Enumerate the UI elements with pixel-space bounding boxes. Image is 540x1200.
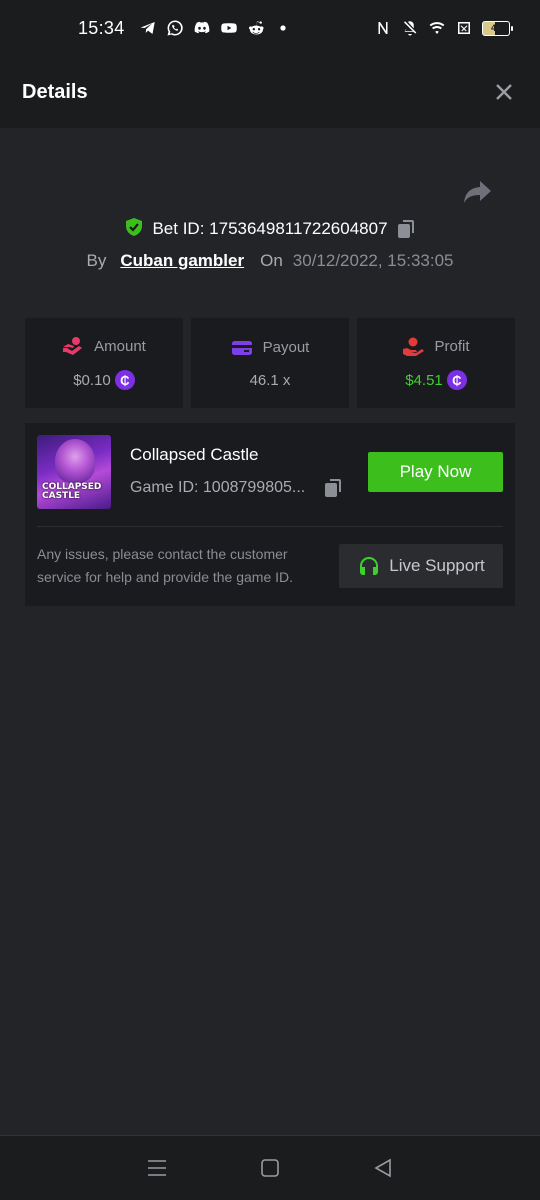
bet-meta-row: By Cuban gambler On 30/12/2022, 15:33:05 <box>0 247 540 275</box>
copy-bet-id-button[interactable] <box>396 219 416 239</box>
amount-header: Amount <box>62 336 146 356</box>
by-label: By <box>86 251 107 270</box>
back-triangle-icon <box>374 1158 392 1178</box>
bet-id: Bet ID: 1753649811722604807 <box>152 219 388 238</box>
close-icon <box>496 84 512 100</box>
battery-level: 46 <box>490 23 501 33</box>
amount-label: Amount <box>94 337 146 355</box>
amount-value-row: $0.10 ₵ <box>73 370 135 390</box>
copy-icon <box>325 479 342 497</box>
share-button[interactable] <box>462 178 492 206</box>
wifi-icon <box>428 19 446 37</box>
status-bar: 15:34 46 <box>0 0 540 56</box>
payout-value: 46.1 x <box>249 371 291 389</box>
game-thumbnail[interactable]: COLLAPSED CASTLE <box>37 435 111 509</box>
telegram-icon <box>139 19 157 37</box>
play-now-button[interactable]: Play Now <box>368 452 503 492</box>
shield-check-icon <box>124 217 144 242</box>
reddit-icon <box>247 19 265 37</box>
game-id: Game ID: 1008799805... <box>130 479 306 496</box>
close-button[interactable] <box>490 78 518 106</box>
on-label: On <box>260 251 283 270</box>
profit-value-row: $4.51 ₵ <box>405 370 467 390</box>
bet-id-row: Bet ID: 1753649811722604807 <box>0 214 540 244</box>
username-link[interactable]: Cuban gambler <box>120 251 244 271</box>
card-icon <box>231 340 252 355</box>
system-nav-bar <box>0 1135 540 1200</box>
system-icons: 46 <box>374 19 513 37</box>
payout-label: Payout <box>262 339 310 356</box>
profit-header: Profit <box>402 336 470 356</box>
bet-datetime: 30/12/2022, 15:33:05 <box>292 251 454 270</box>
support-hint: Any issues, please contact the customer … <box>37 546 294 585</box>
payout-value-row: 46.1 x <box>250 372 291 389</box>
mute-icon <box>401 19 419 37</box>
live-support-button[interactable]: Live Support <box>339 544 503 588</box>
divider <box>37 526 503 527</box>
profit-hand-icon <box>403 337 425 356</box>
game-art <box>55 439 95 483</box>
nfc-icon <box>374 19 392 37</box>
live-support-label: Live Support <box>389 556 485 575</box>
game-id-row: Game ID: 1008799805... <box>130 478 343 498</box>
header: Details <box>0 56 540 128</box>
game-card: COLLAPSED CASTLE Collapsed Castle Game I… <box>25 423 515 606</box>
payout-header: Payout <box>231 338 310 358</box>
page-title: Details <box>22 80 88 103</box>
thumb-text-2: CASTLE <box>42 491 81 501</box>
profit-card: Profit $4.51 ₵ <box>357 318 515 408</box>
whatsapp-icon <box>166 19 184 37</box>
recents-button[interactable] <box>143 1154 171 1182</box>
game-name: Collapsed Castle <box>130 445 259 464</box>
game-thumbnail-logo: COLLAPSED CASTLE <box>42 483 101 501</box>
copy-icon <box>397 220 414 238</box>
bet-stats: Amount $0.10 ₵ Payout 46.1 x Profit $4.5… <box>25 318 515 408</box>
discord-icon <box>193 19 211 37</box>
status-time: 15:34 <box>78 17 125 38</box>
battery-icon: 46 <box>482 20 513 36</box>
amount-card: Amount $0.10 ₵ <box>25 318 183 408</box>
notification-icons <box>139 19 292 37</box>
menu-icon <box>147 1160 166 1176</box>
sim-icon <box>455 19 473 37</box>
share-icon <box>464 181 491 203</box>
home-square-icon <box>261 1159 279 1177</box>
youtube-icon <box>220 19 238 37</box>
coin-icon: ₵ <box>446 370 467 390</box>
headset-icon <box>360 557 379 575</box>
dot-icon <box>274 19 292 37</box>
payout-card: Payout 46.1 x <box>191 318 349 408</box>
coin-icon: ₵ <box>114 370 135 390</box>
home-button[interactable] <box>256 1154 284 1182</box>
profit-value: $4.51 <box>405 371 443 389</box>
hand-coin-icon <box>63 337 83 355</box>
profit-label: Profit <box>434 337 470 355</box>
back-button[interactable] <box>369 1154 397 1182</box>
copy-game-id-button[interactable] <box>323 478 343 498</box>
amount-value: $0.10 <box>73 371 111 389</box>
